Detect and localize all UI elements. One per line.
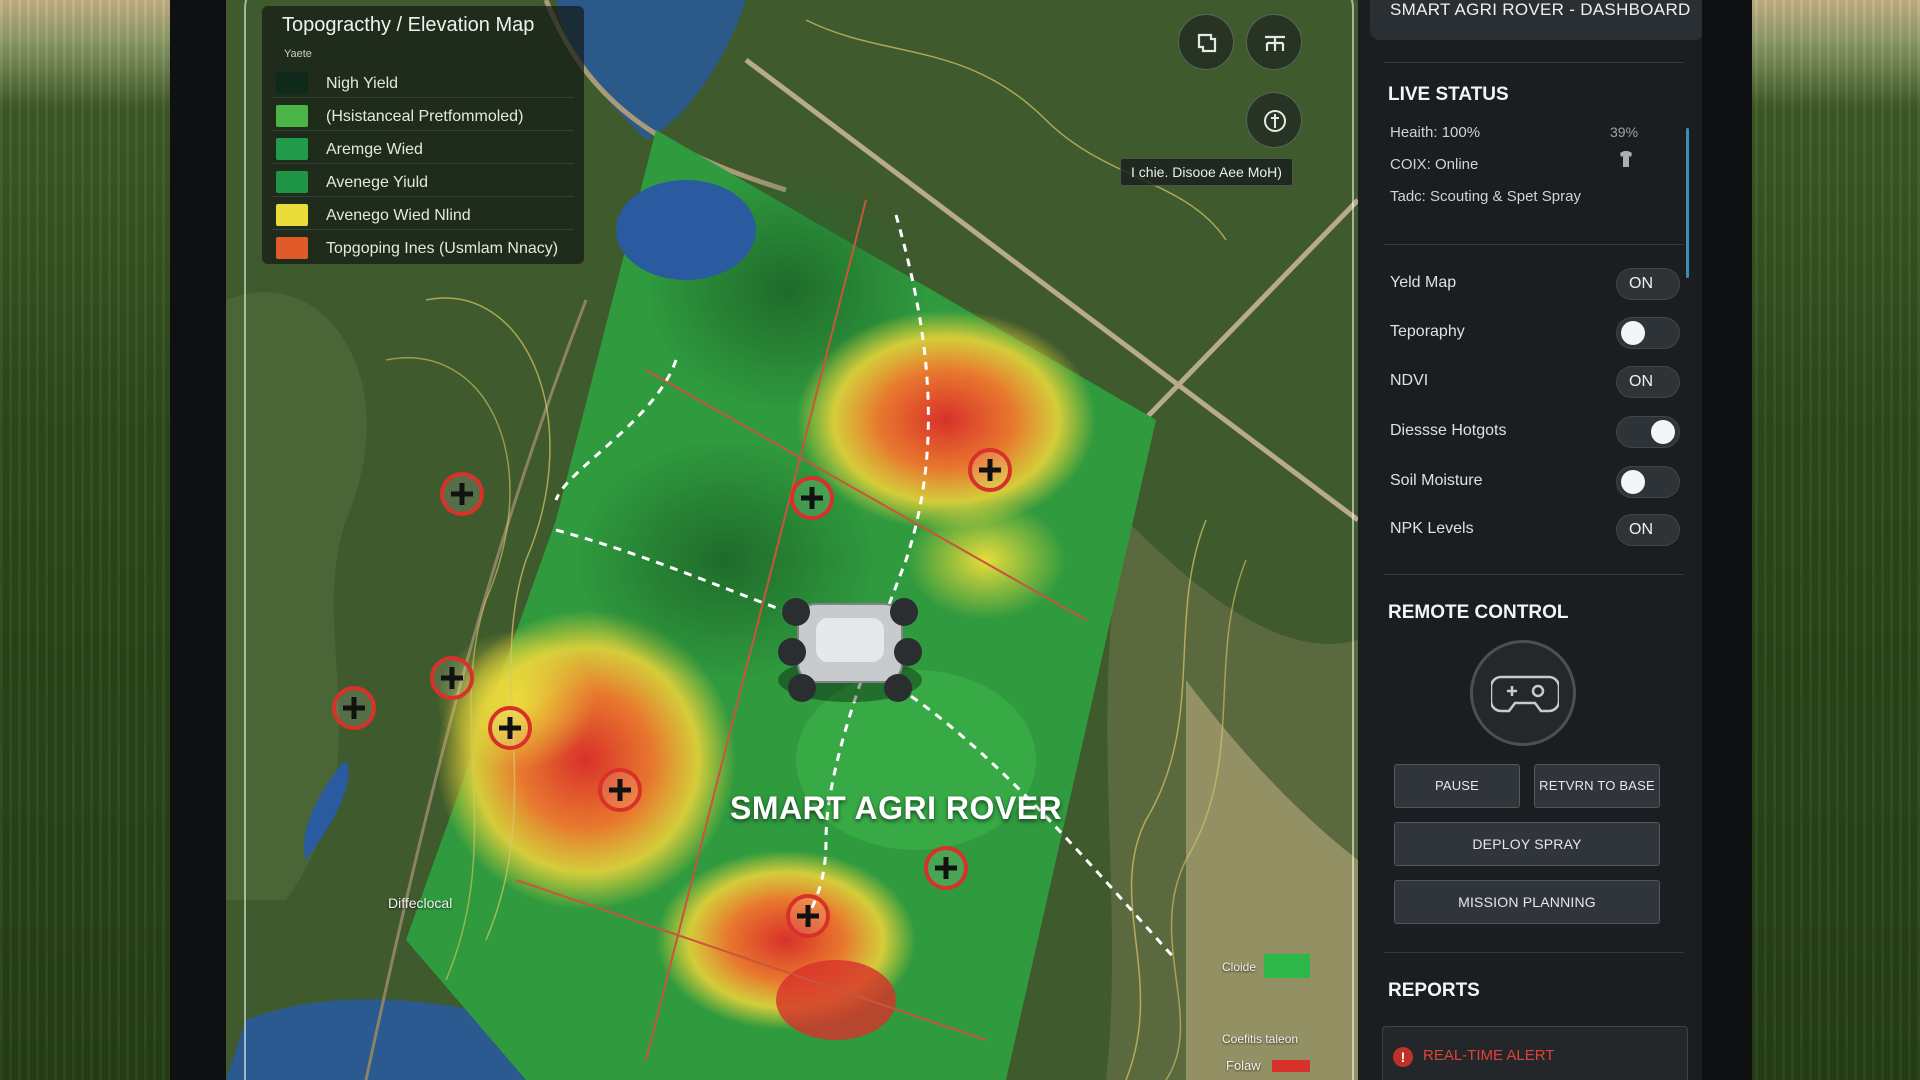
legend-item: Aremge Wied <box>272 134 574 164</box>
map-label: Diffeclocal <box>388 895 453 911</box>
connection-status: COIX: Online <box>1390 156 1479 173</box>
legend-label: Avenege Yiuld <box>326 174 429 191</box>
live-status-title: LIVE STATUS <box>1388 84 1509 105</box>
legend-item: Nigh Yield <box>272 68 574 98</box>
joystick-control[interactable] <box>1470 640 1576 746</box>
scrollbar[interactable] <box>1686 128 1689 278</box>
legend-label: Avenego Wied Nlind <box>326 207 471 224</box>
hotspot-marker-icon[interactable] <box>786 894 830 938</box>
hotspot-marker-icon[interactable] <box>790 476 834 520</box>
alert-text: REAL-TIME ALERT <box>1423 1047 1555 1064</box>
dashboard-title: SMART AGRI ROVER - DASHBOARD <box>1390 0 1691 19</box>
divider <box>1384 574 1684 575</box>
legend-swatch <box>276 171 308 193</box>
field-map[interactable]: Topogracthy / Elevation Map Yaete Nigh Y… <box>226 0 1358 1080</box>
legend-item: Avenego Wied Nlind <box>272 200 574 230</box>
real-time-alert[interactable]: ! REAL-TIME ALERT <box>1382 1026 1688 1080</box>
rover-label: SMART AGRI ROVER <box>730 790 1063 826</box>
legend-label: (Hsistanceal Pretfommoled) <box>326 108 524 125</box>
map-legend: Topogracthy / Elevation Map Yaete Nigh Y… <box>262 6 584 264</box>
return-to-base-button[interactable]: RETVRN TO BASE <box>1534 764 1660 808</box>
remote-control-title: REMOTE CONTROL <box>1388 602 1569 623</box>
layer-toggle-row: Yeld Map ON <box>1390 266 1690 302</box>
compass-button[interactable] <box>1246 92 1302 148</box>
status-bar-red <box>1272 1060 1310 1072</box>
map-label: Cloide <box>1222 960 1257 974</box>
panel-header: SMART AGRI ROVER - DASHBOARD <box>1370 0 1702 40</box>
hotspot-marker-icon[interactable] <box>332 686 376 730</box>
layer-label: Teporaphy <box>1390 323 1465 340</box>
soil-moisture-toggle[interactable] <box>1616 466 1680 498</box>
topography-toggle[interactable] <box>1616 317 1680 349</box>
legend-swatch <box>276 105 308 127</box>
yield-map-toggle[interactable]: ON <box>1616 268 1680 300</box>
legend-title: Topogracthy / Elevation Map <box>282 14 535 36</box>
layer-label: Diessse Hotgots <box>1390 422 1507 439</box>
tablet-device: Topogracthy / Elevation Map Yaete Nigh Y… <box>170 0 1752 1080</box>
layer-toggle-row: Soil Moisture <box>1390 464 1690 500</box>
legend-item: (Hsistanceal Pretfommoled) <box>272 101 574 131</box>
mission-planning-button[interactable]: MISSION PLANNING <box>1394 880 1660 924</box>
legend-swatch <box>276 72 308 94</box>
npk-levels-toggle[interactable]: ON <box>1616 514 1680 546</box>
toggle-state: ON <box>1629 521 1653 538</box>
legend-swatch <box>276 204 308 226</box>
legend-label: Nigh Yield <box>326 75 399 92</box>
health-percent: 39% <box>1610 124 1639 140</box>
pause-button[interactable]: PAUSE <box>1394 764 1520 808</box>
hotspot-marker-icon[interactable] <box>440 472 484 516</box>
layer-label: NPK Levels <box>1390 520 1474 537</box>
reports-title: REPORTS <box>1388 980 1480 1001</box>
shirt-icon <box>1620 151 1632 167</box>
legend-item: Avenege Yiuld <box>272 167 574 197</box>
layers-icon <box>1197 33 1217 53</box>
toggle-knob <box>1651 420 1675 444</box>
tablet-screen: Topogracthy / Elevation Map Yaete Nigh Y… <box>226 0 1702 1080</box>
legend-label: Topgoping Ines (Usmlam Nnacy) <box>326 240 559 257</box>
dashboard-panel: SMART AGRI ROVER - DASHBOARD LIVE STATUS… <box>1358 0 1702 1080</box>
divider <box>1384 952 1684 953</box>
divider <box>1384 62 1684 63</box>
status-bar-green <box>1264 954 1310 978</box>
ndvi-toggle[interactable]: ON <box>1616 366 1680 398</box>
compass-icon <box>1264 110 1286 132</box>
divider <box>1384 244 1684 245</box>
disease-hotspots-toggle[interactable] <box>1616 416 1680 448</box>
rover-icon[interactable] <box>778 598 922 702</box>
layer-toggle-row: Teporaphy <box>1390 315 1690 351</box>
layer-toggle-row: NDVI ON <box>1390 364 1690 400</box>
legend-label: Aremge Wied <box>326 141 423 158</box>
hierarchy-icon <box>1265 35 1285 51</box>
map-label: Folaw <box>1226 1058 1261 1073</box>
hierarchy-button[interactable] <box>1246 14 1302 70</box>
legend-swatch <box>276 138 308 160</box>
alert-icon: ! <box>1393 1047 1413 1067</box>
map-label: Coefitis taleon <box>1222 1032 1299 1046</box>
toggle-knob <box>1621 470 1645 494</box>
layer-toggle-row: Diessse Hotgots <box>1390 414 1690 450</box>
hotspot-marker-icon[interactable] <box>924 846 968 890</box>
layer-label: Yeld Map <box>1390 274 1457 291</box>
hotspot-marker-icon[interactable] <box>488 706 532 750</box>
layer-label: NDVI <box>1390 372 1429 389</box>
toggle-knob <box>1621 321 1645 345</box>
hotspot-marker-icon[interactable] <box>430 656 474 700</box>
legend-item: Topgoping Ines (Usmlam Nnacy) <box>272 233 574 263</box>
map-tooltip: I chie. Disooe Aee MoH) <box>1120 158 1293 186</box>
hotspot-marker-icon[interactable] <box>598 768 642 812</box>
layer-label: Soil Moisture <box>1390 472 1483 489</box>
health-status: Heaith: 100% <box>1390 124 1481 141</box>
legend-subtitle: Yaete <box>284 48 312 60</box>
toggle-state: ON <box>1629 373 1653 390</box>
toggle-state: ON <box>1629 275 1653 292</box>
layers-button[interactable] <box>1178 14 1234 70</box>
layer-toggle-row: NPK Levels ON <box>1390 512 1690 548</box>
legend-swatch <box>276 237 308 259</box>
deploy-spray-button[interactable]: DEPLOY SPRAY <box>1394 822 1660 866</box>
gamepad-icon <box>1491 675 1559 713</box>
hotspot-marker-icon[interactable] <box>968 448 1012 492</box>
task-status: Tadc: Scouting & Spet Spray <box>1390 188 1581 205</box>
